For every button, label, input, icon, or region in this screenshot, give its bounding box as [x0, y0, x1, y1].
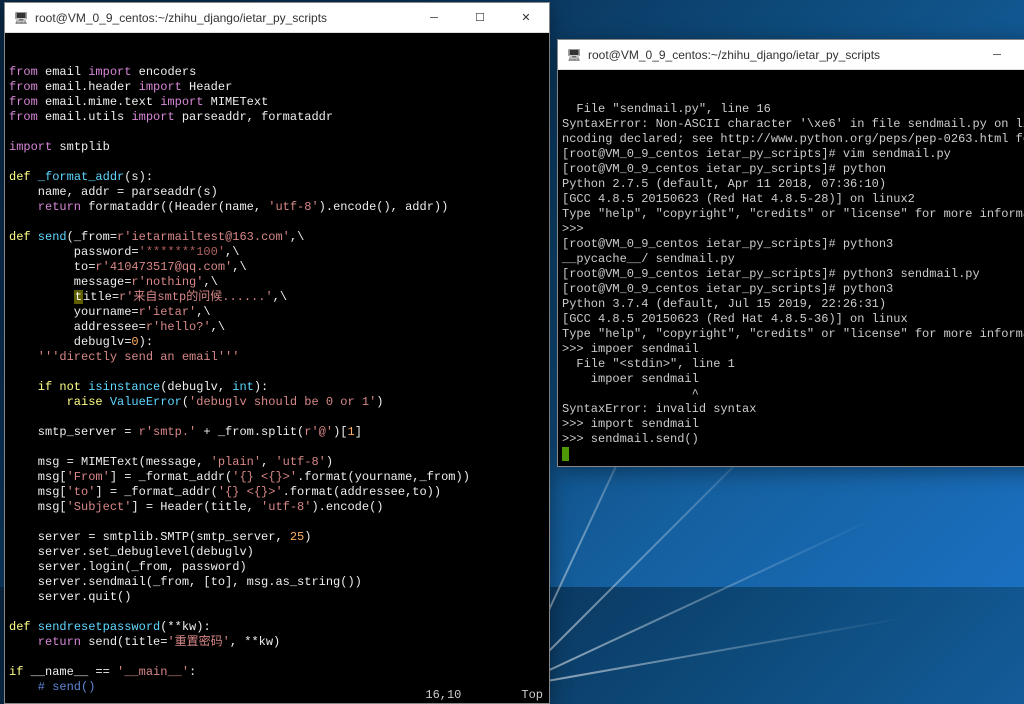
- cursor: [562, 447, 569, 461]
- vim-status-line: 16,10 Top: [5, 688, 549, 703]
- code-line: [9, 605, 545, 620]
- code-line: from email.header import Header: [9, 80, 545, 95]
- code-line: msg['Subject'] = Header(title, 'utf-8').…: [9, 500, 545, 515]
- code-line: from email import encoders: [9, 65, 545, 80]
- terminal-line: impoer sendmail: [562, 372, 1024, 387]
- terminal-line: Python 3.7.4 (default, Jul 15 2019, 22:2…: [562, 297, 1024, 312]
- code-line: password='*******100',\: [9, 245, 545, 260]
- code-line: from email.mime.text import MIMEText: [9, 95, 545, 110]
- terminal-content-right[interactable]: File "sendmail.py", line 16SyntaxError: …: [558, 70, 1024, 466]
- titlebar-left[interactable]: 🖥 root@VM_0_9_centos:~/zhihu_django/ieta…: [5, 3, 549, 33]
- code-line: [9, 650, 545, 665]
- terminal-line: Type "help", "copyright", "credits" or "…: [562, 327, 1024, 342]
- maximize-button[interactable]: ☐: [457, 3, 503, 33]
- code-line: addressee=r'hello?',\: [9, 320, 545, 335]
- code-line: server.set_debuglevel(debuglv): [9, 545, 545, 560]
- code-line: name, addr = parseaddr(s): [9, 185, 545, 200]
- code-line: msg['From'] = _format_addr('{} <{}>'.for…: [9, 470, 545, 485]
- code-line: return formataddr((Header(name, 'utf-8')…: [9, 200, 545, 215]
- terminal-line: >>> import sendmail: [562, 417, 1024, 432]
- code-line: [9, 125, 545, 140]
- terminal-line: >>> sendmail.send(): [562, 432, 1024, 447]
- maximize-button[interactable]: ☐: [1020, 40, 1024, 70]
- minimize-button[interactable]: ─: [411, 3, 457, 33]
- window-title: root@VM_0_9_centos:~/zhihu_django/ietar_…: [35, 11, 411, 25]
- scroll-indicator: Top: [521, 688, 543, 703]
- cursor-position: 16,10: [425, 688, 461, 703]
- code-line: [9, 515, 545, 530]
- code-line: def _format_addr(s):: [9, 170, 545, 185]
- terminal-line: [root@VM_0_9_centos ietar_py_scripts]# p…: [562, 162, 1024, 177]
- terminal-line: [root@VM_0_9_centos ietar_py_scripts]# p…: [562, 282, 1024, 297]
- app-icon: 🖥: [13, 10, 29, 26]
- terminal-line: SyntaxError: Non-ASCII character '\xe6' …: [562, 117, 1024, 132]
- code-line: server.quit(): [9, 590, 545, 605]
- code-line: def sendresetpassword(**kw):: [9, 620, 545, 635]
- app-icon: 🖥: [566, 47, 582, 63]
- code-line: to=r'410473517@qq.com',\: [9, 260, 545, 275]
- code-line: def send(_from=r'ietarmailtest@163.com',…: [9, 230, 545, 245]
- terminal-line: Python 2.7.5 (default, Apr 11 2018, 07:3…: [562, 177, 1024, 192]
- terminal-line: __pycache__/ sendmail.py: [562, 252, 1024, 267]
- terminal-line: File "sendmail.py", line 16: [562, 102, 1024, 117]
- code-line: smtp_server = r'smtp.' + _from.split(r'@…: [9, 425, 545, 440]
- code-line: [9, 365, 545, 380]
- terminal-window-left: 🖥 root@VM_0_9_centos:~/zhihu_django/ieta…: [4, 2, 550, 704]
- code-line: [9, 215, 545, 230]
- terminal-line: File "<stdin>", line 1: [562, 357, 1024, 372]
- titlebar-right[interactable]: 🖥 root@VM_0_9_centos:~/zhihu_django/ieta…: [558, 40, 1024, 70]
- code-line: yourname=r'ietar',\: [9, 305, 545, 320]
- terminal-line: ^: [562, 387, 1024, 402]
- code-line: return send(title='重置密码', **kw): [9, 635, 545, 650]
- terminal-line: >>>: [562, 222, 1024, 237]
- terminal-line: ncoding declared; see http://www.python.…: [562, 132, 1024, 147]
- code-line: import smtplib: [9, 140, 545, 155]
- terminal-line: [root@VM_0_9_centos ietar_py_scripts]# p…: [562, 237, 1024, 252]
- terminal-content-left[interactable]: from email import encodersfrom email.hea…: [5, 33, 549, 703]
- terminal-line: [GCC 4.8.5 20150623 (Red Hat 4.8.5-36)] …: [562, 312, 1024, 327]
- code-line: [9, 440, 545, 455]
- code-line: server = smtplib.SMTP(smtp_server, 25): [9, 530, 545, 545]
- code-line: message=r'nothing',\: [9, 275, 545, 290]
- window-title: root@VM_0_9_centos:~/zhihu_django/ietar_…: [588, 48, 974, 62]
- terminal-line: [GCC 4.8.5 20150623 (Red Hat 4.8.5-28)] …: [562, 192, 1024, 207]
- code-line: msg['to'] = _format_addr('{} <{}>'.forma…: [9, 485, 545, 500]
- code-line: server.login(_from, password): [9, 560, 545, 575]
- code-line: raise ValueError('debuglv should be 0 or…: [9, 395, 545, 410]
- code-line: if not isinstance(debuglv, int):: [9, 380, 545, 395]
- close-button[interactable]: ✕: [503, 3, 549, 33]
- terminal-window-right: 🖥 root@VM_0_9_centos:~/zhihu_django/ieta…: [557, 39, 1024, 467]
- code-line: msg = MIMEText(message, 'plain', 'utf-8'…: [9, 455, 545, 470]
- code-line: [9, 155, 545, 170]
- code-line: debuglv=0):: [9, 335, 545, 350]
- terminal-line: [root@VM_0_9_centos ietar_py_scripts]# p…: [562, 267, 1024, 282]
- code-line: title=r'来自smtp的问候......',\: [9, 290, 545, 305]
- code-line: if __name__ == '__main__':: [9, 665, 545, 680]
- terminal-line: >>> impoer sendmail: [562, 342, 1024, 357]
- code-line: '''directly send an email''': [9, 350, 545, 365]
- code-line: from email.utils import parseaddr, forma…: [9, 110, 545, 125]
- code-line: server.sendmail(_from, [to], msg.as_stri…: [9, 575, 545, 590]
- code-line: [9, 410, 545, 425]
- minimize-button[interactable]: ─: [974, 40, 1020, 70]
- terminal-line: SyntaxError: invalid syntax: [562, 402, 1024, 417]
- terminal-line: Type "help", "copyright", "credits" or "…: [562, 207, 1024, 222]
- terminal-line: [root@VM_0_9_centos ietar_py_scripts]# v…: [562, 147, 1024, 162]
